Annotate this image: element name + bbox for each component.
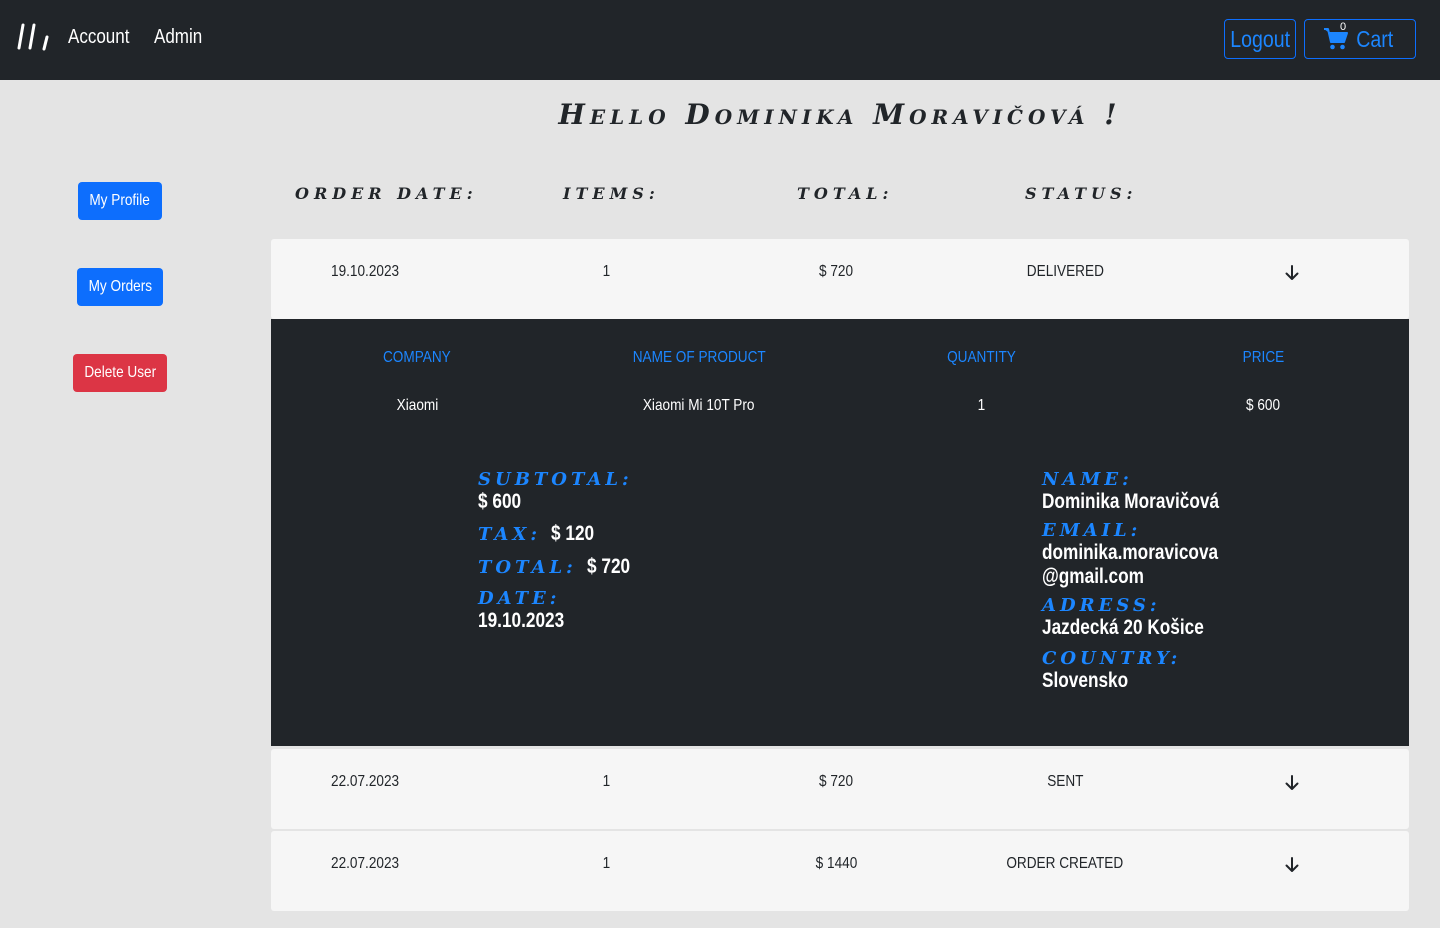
order-total: $ 720 bbox=[818, 773, 854, 790]
product-company: Xiaomi bbox=[396, 397, 438, 414]
subtotal-value: $ 600 bbox=[478, 490, 522, 513]
order-summary: Subtotal: $ 600 Tax: $ 120 Total: $ 720 … bbox=[478, 469, 640, 633]
order-date: 22.07.2023 bbox=[330, 773, 400, 790]
order-row[interactable]: 19.10.2023 1 $ 720 DELIVERED bbox=[271, 239, 1409, 319]
my-profile-label: My Profile bbox=[89, 192, 151, 209]
order-date: 19.10.2023 bbox=[330, 263, 400, 280]
detail-col-product: NAME OF PRODUCT bbox=[632, 349, 766, 366]
order-status: SENT bbox=[1046, 773, 1084, 790]
tax-value: $ 120 bbox=[551, 522, 595, 545]
order-total: $ 720 bbox=[818, 263, 854, 280]
product-name: Xiaomi Mi 10T Pro bbox=[643, 397, 755, 414]
cart-label: Cart bbox=[1356, 25, 1394, 52]
detail-col-price: PRICE bbox=[1242, 349, 1284, 366]
header-order-date: Order Date: bbox=[295, 184, 478, 203]
my-profile-button[interactable]: My Profile bbox=[78, 182, 162, 220]
product-quantity: 1 bbox=[977, 397, 985, 414]
name-label: Name: bbox=[1042, 469, 1133, 490]
my-orders-label: My Orders bbox=[88, 278, 152, 295]
tax-label: Tax: bbox=[478, 524, 541, 545]
logout-label: Logout bbox=[1230, 25, 1290, 52]
order-total: $ 1440 bbox=[815, 855, 857, 872]
address-label: Adress: bbox=[1042, 595, 1161, 616]
date-value: 19.10.2023 bbox=[478, 609, 565, 632]
order-date: 22.07.2023 bbox=[330, 855, 400, 872]
header-status: Status: bbox=[1025, 184, 1138, 203]
subtotal-label: Subtotal: bbox=[478, 469, 633, 490]
header-items: Items: bbox=[563, 184, 660, 203]
date-label: Date: bbox=[478, 588, 561, 609]
nav-admin-link[interactable]: Admin bbox=[154, 26, 202, 49]
email-label: Email: bbox=[1042, 520, 1142, 541]
email-value-line2: @gmail.com bbox=[1042, 565, 1144, 588]
country-label: Country: bbox=[1042, 648, 1182, 669]
top-navbar: Account Admin Logout Cart 0 bbox=[0, 0, 1440, 80]
product-price: $ 600 bbox=[1245, 397, 1281, 414]
nav-account-link[interactable]: Account bbox=[68, 26, 129, 49]
arrow-down-icon[interactable] bbox=[1284, 265, 1300, 281]
name-value: Dominika Moravičová bbox=[1042, 490, 1220, 513]
order-status: ORDER CREATED bbox=[1006, 855, 1124, 872]
cart-count-badge: 0 bbox=[1340, 21, 1347, 33]
delete-user-button[interactable]: Delete User bbox=[73, 354, 167, 392]
address-value: Jazdecká 20 Košice bbox=[1042, 616, 1204, 639]
order-items: 1 bbox=[602, 263, 610, 280]
country-value: Slovensko bbox=[1042, 669, 1129, 692]
arrow-down-icon[interactable] bbox=[1284, 857, 1300, 873]
logo-icon[interactable] bbox=[17, 22, 51, 52]
greeting-heading: Hello Dominika Moravičová ! bbox=[558, 98, 1122, 131]
customer-info: Name: Dominika Moravičová Email: dominik… bbox=[1042, 469, 1258, 693]
delete-user-label: Delete User bbox=[84, 364, 156, 381]
detail-col-company: COMPANY bbox=[383, 349, 451, 366]
order-row[interactable]: 22.07.2023 1 $ 1440 ORDER CREATED bbox=[271, 831, 1409, 911]
order-items: 1 bbox=[602, 773, 610, 790]
total-value: $ 720 bbox=[587, 555, 631, 578]
order-row[interactable]: 22.07.2023 1 $ 720 SENT bbox=[271, 749, 1409, 829]
my-orders-button[interactable]: My Orders bbox=[77, 268, 163, 306]
order-items: 1 bbox=[602, 855, 610, 872]
detail-col-quantity: QUANTITY bbox=[946, 349, 1016, 366]
cart-button[interactable]: Cart 0 bbox=[1304, 19, 1416, 59]
email-value-line1: dominika.moravicova bbox=[1042, 541, 1219, 564]
total-label: Total: bbox=[478, 557, 577, 578]
logout-button[interactable]: Logout bbox=[1224, 19, 1296, 59]
header-total: Total: bbox=[797, 184, 894, 203]
arrow-down-icon[interactable] bbox=[1284, 775, 1300, 791]
order-detail-panel: COMPANY NAME OF PRODUCT QUANTITY PRICE X… bbox=[271, 319, 1409, 746]
order-status: DELIVERED bbox=[1026, 263, 1104, 280]
